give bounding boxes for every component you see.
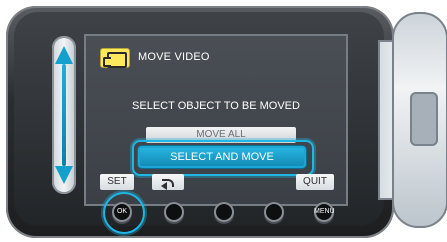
back-button[interactable]	[152, 174, 184, 190]
film-icon	[103, 52, 127, 68]
screen-title: MOVE VIDEO	[138, 51, 210, 63]
select-and-move-button[interactable]: SELECT AND MOVE	[138, 146, 306, 168]
slider-track[interactable]	[62, 64, 66, 166]
quit-button[interactable]: QUIT	[296, 174, 334, 190]
hardware-button-2[interactable]	[214, 202, 234, 222]
mode-badge	[100, 48, 130, 68]
menu-hardware-button[interactable]: MENU	[314, 202, 335, 222]
scroll-slider[interactable]	[52, 36, 76, 194]
slider-down-arrow-icon[interactable]	[55, 166, 73, 184]
back-icon	[161, 177, 174, 190]
hardware-button-row: OK MENU	[100, 192, 340, 234]
menu-label: MENU	[314, 208, 335, 215]
ok-label: OK	[116, 208, 128, 215]
hardware-button-1[interactable]	[164, 202, 184, 222]
selection-prompt: SELECT OBJECT TO BE MOVED	[132, 100, 300, 112]
set-button[interactable]: SET	[100, 174, 134, 190]
hardware-button-3[interactable]	[264, 202, 284, 222]
ok-hardware-button[interactable]: OK	[112, 202, 132, 222]
slider-up-arrow-icon[interactable]	[55, 46, 73, 64]
camera-ui-stage: MOVE VIDEO SELECT OBJECT TO BE MOVED MOV…	[0, 0, 447, 242]
camera-screen: MOVE VIDEO SELECT OBJECT TO BE MOVED MOV…	[84, 34, 348, 206]
side-notch	[410, 92, 438, 146]
